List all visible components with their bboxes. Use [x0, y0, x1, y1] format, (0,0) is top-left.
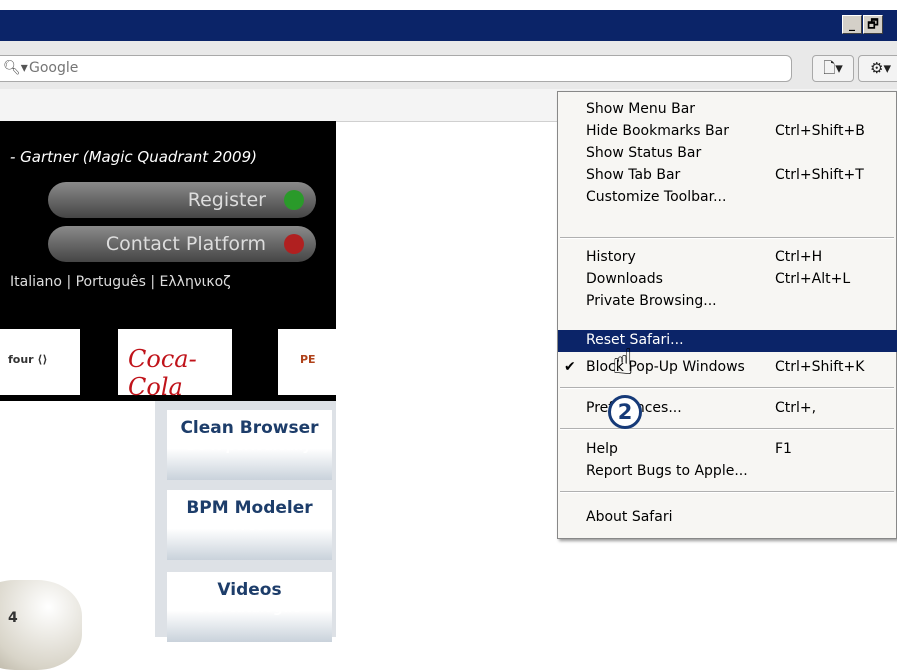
language-links[interactable]: Italiano | Português | Ελληνικοζ	[10, 274, 231, 290]
menu-item-help[interactable]: Help F1	[558, 439, 897, 461]
bpm-modeler-card[interactable]: BPM Modeler Free	[167, 490, 332, 560]
menu-item-show-status-bar[interactable]: Show Status Bar	[558, 143, 897, 165]
checkmark-icon: ✔	[564, 359, 576, 375]
title-bar: _ 🗗	[0, 10, 897, 41]
ball-image: 4	[0, 580, 82, 670]
card-title: Videos	[217, 580, 282, 600]
carrefour-logo: four ⟨⟩	[0, 329, 80, 395]
contact-label: Contact Platform	[105, 233, 266, 255]
arrow-icon	[284, 190, 304, 210]
partner-logo: PE	[278, 329, 336, 395]
minimize-button[interactable]: _	[842, 15, 862, 34]
card-subtitle: Do it periodically	[187, 439, 312, 454]
menu-separator	[560, 237, 894, 239]
clean-browser-card[interactable]: Clean Browser Do it periodically	[167, 410, 332, 480]
contact-platform-button[interactable]: Contact Platform	[48, 226, 316, 262]
settings-menu-button[interactable]: ⚙▾	[858, 55, 897, 82]
search-field[interactable]: 🔍︎▾	[0, 55, 792, 82]
card-subtitle: Free	[233, 519, 266, 534]
menu-item-history[interactable]: History Ctrl+H	[558, 247, 897, 269]
gartner-text: - Gartner (Magic Quadrant 2009)	[10, 148, 257, 166]
step-badge: 2	[608, 395, 642, 429]
videos-card[interactable]: Videos See catalogue	[167, 572, 332, 642]
search-icon[interactable]: 🔍︎▾	[3, 60, 28, 76]
menu-item-customize-toolbar[interactable]: Customize Toolbar...	[558, 187, 897, 209]
settings-dropdown-menu: Show Menu Bar Hide Bookmarks Bar Ctrl+Shi…	[557, 91, 897, 539]
menu-item-show-menu-bar[interactable]: Show Menu Bar	[558, 99, 897, 121]
menu-item-downloads[interactable]: Downloads Ctrl+Alt+L	[558, 269, 897, 291]
coca-cola-logo: Coca-Cola	[118, 329, 232, 401]
card-subtitle: See catalogue	[197, 601, 302, 616]
menu-item-about-safari[interactable]: About Safari	[558, 507, 897, 529]
arrow-icon	[284, 234, 304, 254]
menu-item-hide-bookmarks-bar[interactable]: Hide Bookmarks Bar Ctrl+Shift+B	[558, 121, 897, 143]
menu-item-block-popups[interactable]: ✔ Block Pop-Up Windows Ctrl+Shift+K	[558, 357, 897, 379]
menu-item-reset-safari[interactable]: Reset Safari...	[558, 330, 897, 352]
card-title: BPM Modeler	[186, 498, 313, 518]
menu-item-private-browsing[interactable]: Private Browsing...	[558, 291, 897, 313]
menu-item-report-bugs[interactable]: Report Bugs to Apple...	[558, 461, 897, 483]
register-label: Register	[187, 189, 266, 211]
pointer-hand-icon: ☝	[612, 342, 634, 383]
register-button[interactable]: Register	[48, 182, 316, 218]
menu-separator	[560, 387, 894, 389]
maximize-button[interactable]: 🗗	[863, 15, 883, 34]
menu-separator	[560, 491, 894, 493]
client-logos: four ⟨⟩ Coca-Cola PE	[0, 329, 336, 401]
card-title: Clean Browser	[180, 418, 319, 438]
ball-number: 4	[8, 610, 18, 626]
menu-item-show-tab-bar[interactable]: Show Tab Bar Ctrl+Shift+T	[558, 165, 897, 187]
menu-separator	[560, 428, 894, 430]
page-menu-button[interactable]: 🗋▾	[812, 55, 854, 82]
search-input[interactable]	[27, 59, 631, 77]
